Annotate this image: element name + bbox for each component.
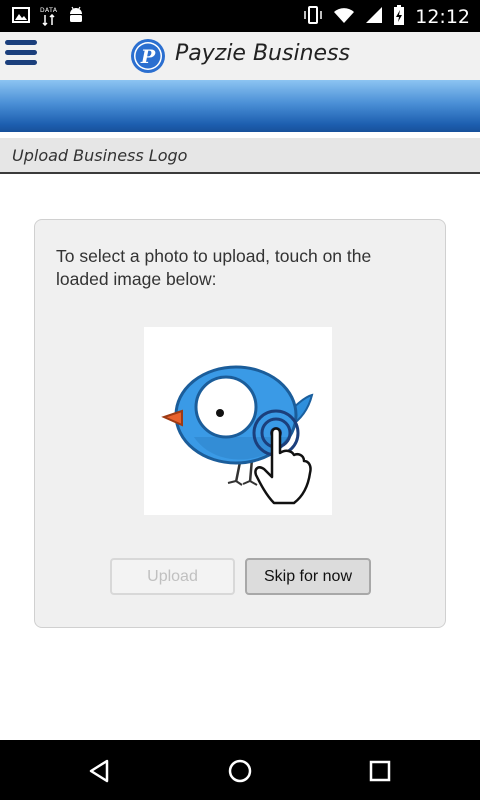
instruction-text: To select a photo to upload, touch on th… (56, 246, 372, 289)
upload-panel: To select a photo to upload, touch on th… (34, 219, 446, 628)
app-header: P Payzie Business (0, 32, 480, 80)
bird-tap-placeholder-icon (161, 365, 314, 505)
section-header: Upload Business Logo (0, 138, 480, 174)
logo-letter: P (140, 46, 156, 68)
system-nav-bar (0, 740, 480, 800)
status-bar-left: DATA (12, 6, 85, 28)
data-icon: DATA (40, 8, 57, 26)
recents-icon[interactable] (365, 756, 395, 786)
clock: 12:12 (415, 6, 470, 28)
battery-charging-icon (393, 5, 405, 29)
status-bar: DATA 12:12 (0, 0, 480, 32)
header-band (0, 80, 480, 132)
wifi-icon (333, 6, 355, 28)
back-icon[interactable] (85, 756, 115, 786)
signal-icon (365, 6, 383, 28)
app-title: Payzie Business (175, 41, 350, 66)
image-icon (12, 7, 30, 27)
hamburger-menu-icon[interactable] (5, 40, 39, 70)
home-icon[interactable] (225, 756, 255, 786)
vibrate-icon (303, 5, 323, 29)
android-icon (67, 6, 85, 28)
upload-button[interactable]: Upload (110, 558, 235, 595)
section-title: Upload Business Logo (12, 146, 188, 165)
logo-image-picker[interactable] (144, 327, 332, 515)
skip-for-now-button[interactable]: Skip for now (245, 558, 371, 595)
payzie-logo-icon: P (130, 38, 166, 74)
status-bar-right: 12:12 (303, 5, 470, 29)
